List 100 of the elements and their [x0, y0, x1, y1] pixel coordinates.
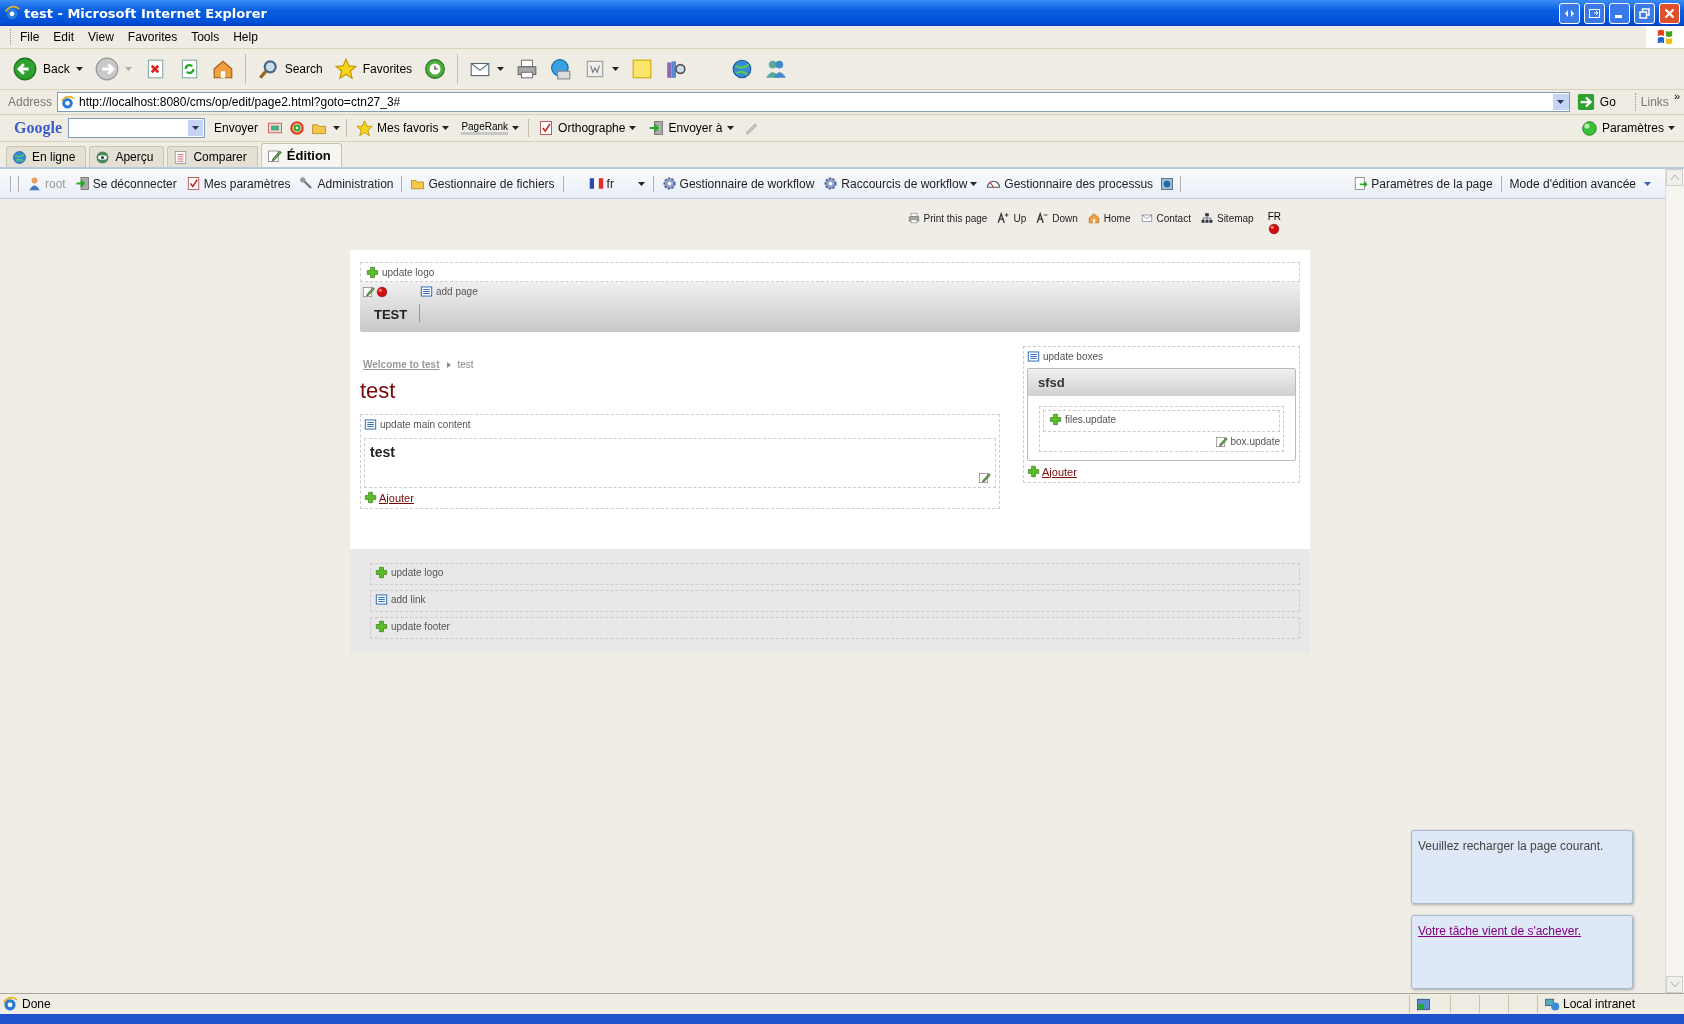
logout-icon [74, 176, 90, 191]
forward-icon [94, 57, 119, 81]
address-label: Address [8, 95, 53, 109]
star-icon [356, 119, 374, 137]
settings-button[interactable]: Paramètres [1577, 119, 1678, 137]
search-button[interactable]: Search [251, 55, 328, 83]
switch-window-button[interactable] [1584, 2, 1605, 24]
spellcheck-button[interactable]: Orthographe [535, 120, 640, 136]
breadcrumb-current: test [457, 359, 474, 370]
window-title: test - Microsoft Internet Explorer [24, 5, 268, 21]
plus-icon [364, 491, 377, 504]
edit-mode-dropdown[interactable]: Mode d'édition avancée [1506, 176, 1665, 191]
menu-item[interactable]: Favorites [120, 30, 185, 44]
mail-icon [1140, 212, 1153, 224]
toolbar-item[interactable]: Gestionnaire de fichiers [407, 176, 558, 191]
books-icon [665, 58, 688, 80]
breadcrumb-arrow-icon [446, 361, 451, 368]
people-icon [765, 58, 788, 80]
toolbar-item[interactable]: Paramètres de la page [1350, 176, 1496, 191]
google-logo: Google [14, 119, 62, 137]
add-page-link[interactable]: add page [420, 285, 478, 298]
pagerank-button[interactable]: PageRank [458, 121, 523, 135]
minimize-button[interactable] [1609, 2, 1630, 24]
box-update-link[interactable]: box.update [1214, 435, 1280, 448]
plus-icon [375, 620, 388, 633]
update-logo-link[interactable]: update logo [366, 266, 435, 279]
compare-icon [173, 149, 189, 165]
gear-icon [661, 176, 677, 191]
google-search-field[interactable] [68, 118, 205, 138]
dropdown-arrow-icon [1668, 126, 1675, 130]
links-label[interactable]: Links [1640, 95, 1669, 109]
files-update-link[interactable]: files.update [1049, 413, 1117, 426]
ie-page-icon [60, 94, 76, 110]
tab[interactable]: Comparer [167, 146, 258, 167]
header-link[interactable]: Down [1036, 211, 1078, 225]
edit-icon [266, 148, 282, 163]
edit-icon [978, 471, 991, 484]
toolbar-item[interactable]: Mes paramètres [182, 176, 294, 191]
plus-icon [366, 266, 379, 279]
globe-icon [12, 149, 27, 165]
toolbar-item[interactable]: Gestionnaire des processus [983, 176, 1157, 191]
tab[interactable]: Aperçu [89, 146, 165, 167]
go-button[interactable]: Go [1574, 93, 1630, 111]
gear-icon [823, 176, 839, 191]
add-link[interactable]: Ajouter [364, 491, 414, 504]
footer-link[interactable]: add link [375, 593, 426, 606]
close-button[interactable] [1659, 2, 1680, 24]
flag-icon [588, 176, 604, 191]
send-icon [648, 120, 665, 136]
status-text: Done [22, 997, 51, 1011]
fontdown-icon [1036, 212, 1049, 224]
notification-link[interactable]: Votre tâche vient de s'achever. [1418, 924, 1582, 938]
user-icon [27, 176, 42, 191]
send-to-button[interactable]: Envoyer à [645, 120, 737, 136]
back-icon [13, 57, 37, 81]
dropdown-arrow-icon [333, 126, 341, 130]
update-boxes-link[interactable]: update boxes [1027, 350, 1104, 363]
expand-button[interactable] [1559, 2, 1580, 24]
send-button[interactable]: Envoyer [211, 121, 262, 135]
header-link[interactable]: Print this page [907, 211, 988, 225]
add-link[interactable]: Ajouter [1027, 465, 1077, 478]
back-button[interactable]: Back [8, 54, 88, 84]
toolbar-item[interactable]: Raccourcis de workflow [820, 176, 981, 191]
edit-icon [362, 285, 375, 298]
tab[interactable]: En ligne [6, 146, 87, 167]
star-button[interactable]: Favorites [329, 55, 418, 83]
footer-link[interactable]: update logo [375, 566, 444, 579]
menu-item[interactable]: Help [226, 30, 265, 44]
note-icon [631, 58, 654, 80]
toolbar-item[interactable]: Gestionnaire de workflow [658, 176, 818, 191]
tab[interactable]: Édition [260, 143, 342, 167]
header-link[interactable]: Home [1087, 211, 1131, 225]
header-link[interactable]: Up [997, 211, 1027, 225]
plus-icon [1027, 465, 1040, 478]
restore-button[interactable] [1634, 2, 1655, 24]
list-icon [364, 418, 377, 431]
language-code[interactable]: FR [1267, 211, 1281, 222]
footer-link[interactable]: update footer [375, 620, 450, 633]
toolbar-item[interactable]: Administration [296, 176, 397, 191]
header-link[interactable]: Sitemap [1200, 211, 1254, 225]
more-links-button[interactable]: » [1673, 90, 1680, 102]
toolbar-item[interactable]: Se déconnecter [71, 176, 180, 191]
menu-item[interactable]: View [81, 30, 121, 44]
language-dropdown[interactable]: fr [585, 176, 648, 191]
minimize-icon [1614, 15, 1622, 18]
address-field[interactable]: http://localhost:8080/cms/op/edit/page2.html?goto=ctn27_3# [57, 92, 1570, 112]
update-main-content-link[interactable]: update main content [364, 418, 471, 431]
header-link[interactable]: Contact [1140, 211, 1191, 225]
nav-item[interactable]: TEST [362, 304, 421, 322]
menu-item[interactable]: File [13, 30, 47, 44]
bookmarks-button[interactable]: Mes favoris [353, 119, 453, 137]
dropdown-arrow-icon [629, 126, 637, 130]
network-icon [1544, 996, 1560, 1012]
popup-blocker-icon [267, 120, 284, 136]
list-icon [1027, 350, 1040, 363]
dropdown-arrow-icon [1644, 181, 1651, 186]
menu-item[interactable]: Tools [184, 30, 227, 44]
plus-icon [1049, 413, 1062, 426]
menu-item[interactable]: Edit [46, 30, 82, 44]
list-icon [420, 285, 433, 298]
